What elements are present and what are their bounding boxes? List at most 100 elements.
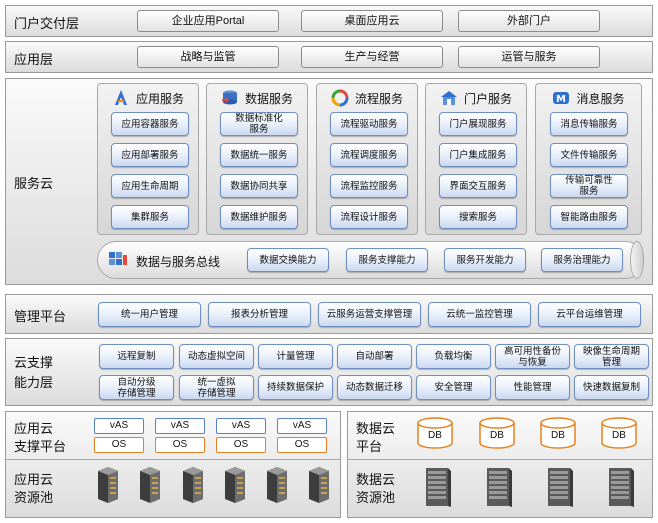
management-item[interactable]: 云统一监控管理 [428, 302, 531, 327]
data-service-title: 数据服务 [244, 91, 293, 106]
data-service-item[interactable]: 数据维护服务 [220, 205, 298, 229]
management-item[interactable]: 统一用户管理 [98, 302, 201, 327]
db-label: DB [612, 430, 626, 441]
cloud-support-item[interactable]: 负载均衡 [416, 344, 491, 369]
app-service-panel: 应用服务 应用容器服务 应用部署服务 应用生命周期 集群服务 [97, 83, 199, 235]
app-service-title: 应用服务 [135, 91, 184, 106]
storage-server-icon [487, 468, 512, 507]
app-service-item[interactable]: 应用生命周期 [111, 174, 189, 198]
message-service-item[interactable]: 传输可靠性服务 [550, 174, 628, 198]
management-item[interactable]: 云服务运营支撑管理 [318, 302, 421, 327]
vas-box: vAS [216, 418, 266, 434]
cloud-support-item[interactable]: 计量管理 [258, 344, 333, 369]
app-service-item[interactable]: 集群服务 [111, 205, 189, 229]
db-label: DB [551, 430, 565, 441]
app-service-item[interactable]: 应用容器服务 [111, 112, 189, 136]
server-icon [267, 467, 287, 503]
app-cloud-pool-label-1: 应用云 [14, 472, 54, 487]
cloud-support-item[interactable]: 安全管理 [416, 375, 491, 400]
portal-item-enterprise[interactable]: 企业应用Portal [137, 10, 279, 32]
svg-text:M: M [557, 94, 567, 105]
process-service-item[interactable]: 流程设计服务 [330, 205, 408, 229]
data-service-bus: 数据与服务总线 数据交换能力 服务支撑能力 服务开发能力 服务治理能力 [97, 241, 644, 279]
vas-box: vAS [155, 418, 205, 434]
app-item-production[interactable]: 生产与经营 [301, 46, 443, 68]
cloud-support-label-2: 能力层 [14, 375, 54, 390]
app-item-strategy[interactable]: 战略与监管 [137, 46, 279, 68]
cloud-support-item[interactable]: 高可用性备份与恢复 [495, 344, 570, 369]
management-label: 管理平台 [14, 309, 67, 324]
portal-service-item[interactable]: 搜索服务 [439, 205, 517, 229]
data-cloud-divider [348, 459, 652, 460]
process-service-icon [331, 89, 349, 107]
message-service-panel: M 消息服务 消息传输服务 文件传输服务 传输可靠性服务 智能路由服务 [535, 83, 642, 235]
db-label: DB [490, 430, 504, 441]
app-cloud-pool-label-2: 资源池 [14, 490, 54, 505]
cloud-support-item[interactable]: 快速数据复制 [574, 375, 649, 400]
cloud-support-item[interactable]: 动态虚拟空间 [179, 344, 254, 369]
app-service-icon [114, 90, 127, 105]
os-box: OS [216, 437, 266, 453]
process-service-item[interactable]: 流程驱动服务 [330, 112, 408, 136]
portal-service-item[interactable]: 门户集成服务 [439, 143, 517, 167]
cloud-support-label-1: 云支撑 [14, 355, 54, 370]
db-icon: DB [416, 417, 454, 449]
message-service-item[interactable]: 智能路由服务 [550, 205, 628, 229]
bus-icon [109, 252, 127, 265]
data-service-item[interactable]: 数据标准化服务 [220, 112, 298, 136]
app-service-item[interactable]: 应用部署服务 [111, 143, 189, 167]
portal-item-external[interactable]: 外部门户 [458, 10, 600, 32]
app-cloud-support-label-1: 应用云 [14, 421, 54, 436]
data-cloud-platform-label-1: 数据云 [356, 421, 396, 436]
portal-service-title: 门户服务 [463, 91, 512, 106]
portal-service-icon [440, 91, 457, 105]
app-cloud-section: 应用云 支撑平台 应用云 资源池 vAS OS vAS OS vAS OS vA… [5, 411, 341, 518]
db-icon: DB [478, 417, 516, 449]
cloud-support-item[interactable]: 自动部署 [337, 344, 412, 369]
data-service-item[interactable]: 数据协同共享 [220, 174, 298, 198]
cloud-support-item[interactable]: 持续数据保护 [258, 375, 333, 400]
data-cloud-platform-label-2: 平台 [356, 439, 383, 454]
process-service-item[interactable]: 流程监控服务 [330, 174, 408, 198]
cloud-support-item[interactable]: 统一虚拟存储管理 [179, 375, 254, 400]
bus-item[interactable]: 服务支撑能力 [346, 248, 428, 272]
bus-item[interactable]: 数据交换能力 [247, 248, 329, 272]
server-icon [98, 467, 118, 503]
portal-layer-label: 门户交付层 [14, 16, 80, 31]
process-service-item[interactable]: 流程调度服务 [330, 143, 408, 167]
cloud-support-item[interactable]: 自动分级存储管理 [99, 375, 174, 400]
data-service-icon [221, 90, 237, 105]
app-cloud-support-label-2: 支撑平台 [14, 439, 67, 454]
cloud-support-item[interactable]: 动态数据迁移 [337, 375, 412, 400]
message-service-title: 消息服务 [576, 91, 625, 106]
bus-item[interactable]: 服务治理能力 [541, 248, 623, 272]
cloud-support-layer: 云支撑 能力层 远程复制 动态虚拟空间 计量管理 自动部署 负载均衡 高可用性备… [5, 338, 653, 406]
data-service-item[interactable]: 数据统一服务 [220, 143, 298, 167]
message-service-item[interactable]: 消息传输服务 [550, 112, 628, 136]
data-cloud-pool-label-1: 数据云 [356, 472, 396, 487]
server-icon [183, 467, 203, 503]
management-item[interactable]: 报表分析管理 [208, 302, 311, 327]
bus-end-cap [630, 241, 644, 279]
cloud-support-item[interactable]: 映像生命周期管理 [574, 344, 649, 369]
os-box: OS [277, 437, 327, 453]
management-item[interactable]: 云平台运维管理 [538, 302, 641, 327]
cloud-support-item[interactable]: 性能管理 [495, 375, 570, 400]
os-box: OS [155, 437, 205, 453]
data-cloud-section: 数据云 平台 数据云 资源池 DB DB DB DB [347, 411, 653, 518]
process-service-panel: 流程服务 流程驱动服务 流程调度服务 流程监控服务 流程设计服务 [316, 83, 418, 235]
cloud-support-item[interactable]: 远程复制 [99, 344, 174, 369]
portal-service-item[interactable]: 界面交互服务 [439, 174, 517, 198]
portal-item-desktop[interactable]: 桌面应用云 [301, 10, 443, 32]
app-item-operation[interactable]: 运管与服务 [458, 46, 600, 68]
message-service-item[interactable]: 文件传输服务 [550, 143, 628, 167]
db-icon: DB [600, 417, 638, 449]
service-cloud-label: 服务云 [14, 176, 54, 191]
vas-box: vAS [94, 418, 144, 434]
bus-item[interactable]: 服务开发能力 [444, 248, 526, 272]
portal-service-item[interactable]: 门户展现服务 [439, 112, 517, 136]
process-service-title: 流程服务 [354, 91, 403, 106]
data-cloud-pool-label-2: 资源池 [356, 490, 396, 505]
bus-title: 数据与服务总线 [136, 255, 221, 269]
data-service-panel: 数据服务 数据标准化服务 数据统一服务 数据协同共享 数据维护服务 [206, 83, 308, 235]
